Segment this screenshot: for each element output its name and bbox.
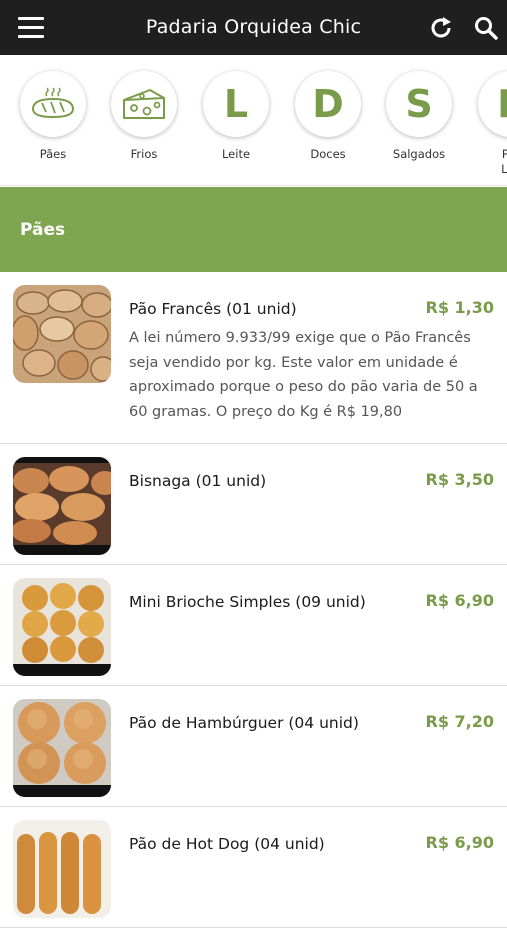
product-price: R$ 3,50 bbox=[425, 470, 495, 489]
category-label: Leite bbox=[221, 147, 251, 161]
category-paes[interactable]: Pães bbox=[13, 71, 93, 162]
letter-s-icon: S bbox=[386, 71, 452, 137]
product-image bbox=[13, 699, 111, 797]
product-item[interactable]: Pão de Hambúrguer (04 unid) R$ 7,20 bbox=[0, 686, 507, 807]
product-price: R$ 6,90 bbox=[425, 833, 495, 852]
product-price: R$ 7,20 bbox=[425, 712, 495, 731]
category-label: Salgados bbox=[392, 147, 446, 161]
letter-d-icon: D bbox=[295, 71, 361, 137]
product-image bbox=[13, 820, 111, 918]
product-description: A lei número 9.933/99 exige que o Pão Fr… bbox=[129, 330, 478, 420]
category-leite[interactable]: L Leite bbox=[196, 71, 276, 162]
search-icon[interactable] bbox=[472, 14, 500, 42]
category-produtos-lacteos[interactable]: P Pro Lác bbox=[471, 71, 507, 177]
product-item[interactable]: Bisnaga (01 unid) R$ 3,50 bbox=[0, 444, 507, 565]
product-name: Pão Francês (01 unid) bbox=[129, 300, 297, 318]
category-doces[interactable]: D Doces bbox=[288, 71, 368, 162]
product-price: R$ 1,30 bbox=[425, 298, 495, 317]
section-title: Pães bbox=[20, 220, 66, 240]
category-carousel[interactable]: Pães Frios L Leite D Doces S Salgados P … bbox=[0, 55, 507, 186]
category-label: Doces bbox=[310, 147, 346, 161]
category-label: Pro Lác bbox=[501, 147, 507, 176]
product-name: Pão de Hot Dog (04 unid) bbox=[129, 835, 325, 853]
letter-p-icon: P bbox=[478, 71, 507, 137]
product-name: Mini Brioche Simples (09 unid) bbox=[129, 593, 366, 611]
product-image bbox=[13, 457, 111, 555]
refresh-icon[interactable] bbox=[427, 14, 455, 42]
product-item[interactable]: Pão Francês (01 unid) R$ 1,30 A lei núme… bbox=[0, 272, 507, 444]
cheese-icon bbox=[111, 71, 177, 137]
product-name: Pão de Hambúrguer (04 unid) bbox=[129, 714, 359, 732]
product-item[interactable]: Pão de Hot Dog (04 unid) R$ 6,90 bbox=[0, 807, 507, 928]
category-label: Pães bbox=[39, 147, 67, 161]
product-name: Bisnaga (01 unid) bbox=[129, 472, 267, 490]
product-price: R$ 6,90 bbox=[425, 591, 495, 610]
product-image bbox=[13, 578, 111, 676]
category-salgados[interactable]: S Salgados bbox=[379, 71, 459, 162]
bread-icon bbox=[20, 71, 86, 137]
category-label: Frios bbox=[130, 147, 158, 161]
letter-l-icon: L bbox=[203, 71, 269, 137]
category-frios[interactable]: Frios bbox=[104, 71, 184, 162]
product-item[interactable]: Mini Brioche Simples (09 unid) R$ 6,90 bbox=[0, 565, 507, 686]
product-image bbox=[13, 285, 111, 383]
section-header: Pães bbox=[0, 187, 507, 272]
top-app-bar: Padaria Orquidea Chic bbox=[0, 0, 507, 55]
product-list[interactable]: Pão Francês (01 unid) R$ 1,30 A lei núme… bbox=[0, 272, 507, 928]
